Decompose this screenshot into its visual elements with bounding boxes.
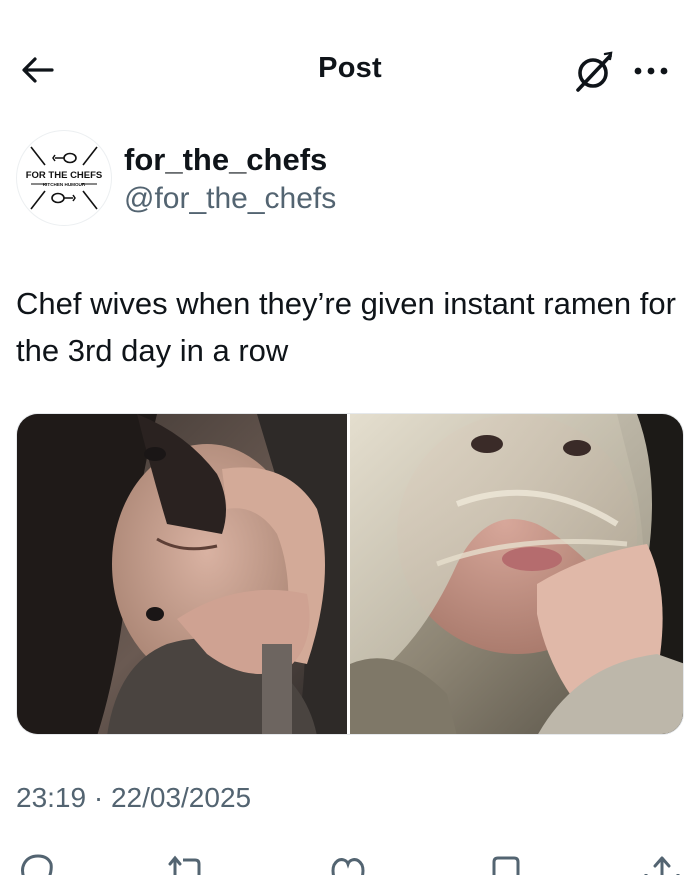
reply-button[interactable] xyxy=(16,848,60,875)
heart-icon xyxy=(331,858,365,875)
more-options-button[interactable] xyxy=(631,56,671,86)
share-button[interactable] xyxy=(640,848,684,875)
action-bar xyxy=(0,840,700,875)
reply-icon xyxy=(21,854,53,875)
bookmark-button[interactable] xyxy=(484,848,528,875)
post-timestamp: 23:19 · 22/03/2025 xyxy=(16,782,252,813)
bookmark-icon xyxy=(492,856,520,875)
avatar-logo-text: FOR THE CHEFS xyxy=(26,170,103,181)
left-photo xyxy=(17,414,347,734)
repost-button[interactable] xyxy=(165,848,209,875)
post-author: FOR THE CHEFS KITCHEN HUMOUR for_the_che… xyxy=(16,130,676,230)
avatar-logo-subtext: KITCHEN HUMOUR xyxy=(43,182,86,187)
avatar[interactable]: FOR THE CHEFS KITCHEN HUMOUR xyxy=(16,130,112,226)
grok-button[interactable] xyxy=(572,50,616,94)
chef-logo-icon: FOR THE CHEFS KITCHEN HUMOUR xyxy=(26,146,103,210)
like-button[interactable] xyxy=(326,848,370,875)
author-handle[interactable]: @for_the_chefs xyxy=(124,182,336,216)
repost-icon xyxy=(168,855,201,875)
more-horizontal-icon xyxy=(634,67,668,75)
top-bar: Post xyxy=(0,0,700,140)
share-icon xyxy=(644,856,680,875)
post-text: Chef wives when they’re given instant ra… xyxy=(16,286,676,368)
post-photo-collage xyxy=(17,414,683,734)
grok-icon xyxy=(576,51,613,92)
author-display-name[interactable]: for_the_chefs xyxy=(124,142,327,178)
post-media[interactable] xyxy=(16,413,684,735)
right-photo xyxy=(350,414,683,734)
